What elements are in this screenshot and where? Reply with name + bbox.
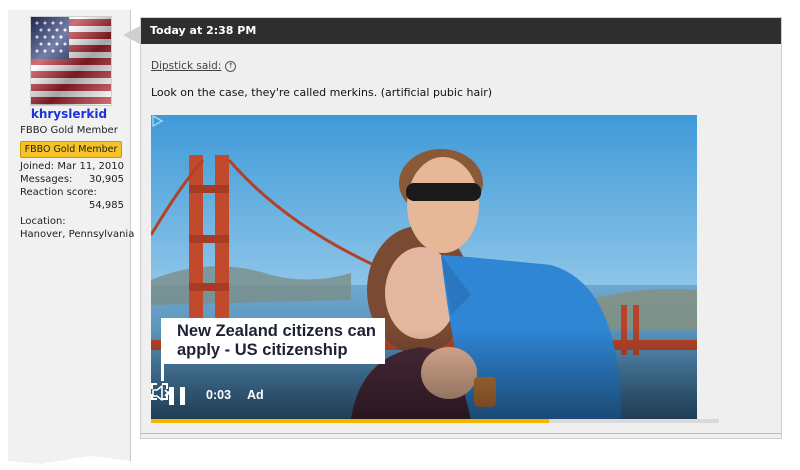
us-flag-avatar	[31, 17, 111, 105]
stat-messages: Messages: 30,905	[20, 173, 124, 186]
user-stats: Joined: Mar 11, 2010 Messages: 30,905 Re…	[20, 160, 134, 241]
stat-joined-value: Mar 11, 2010	[57, 161, 124, 172]
stat-location-label: Location:	[20, 216, 66, 227]
video-progress-bar[interactable]	[151, 419, 719, 423]
username[interactable]: khryslerkid	[8, 107, 130, 121]
video-ad[interactable]: New Zealand citizens can apply - US citi…	[151, 115, 697, 419]
user-avatar[interactable]	[30, 16, 112, 106]
quote-author-link[interactable]: Dipstick said:	[151, 60, 221, 72]
post-timestamp[interactable]: Today at 2:38 PM	[141, 18, 781, 44]
stat-reaction-label: Reaction score:	[20, 187, 97, 198]
post-content: Dipstick said: ↑ Look on the case, they'r…	[141, 52, 781, 438]
quote-attribution: Dipstick said: ↑	[151, 60, 237, 72]
post-pointer	[123, 26, 140, 44]
ad-choices-icon[interactable]	[151, 115, 163, 127]
video-controls: 0:03 Ad	[151, 383, 697, 415]
stat-reaction-value: 54,985	[89, 200, 124, 211]
user-title: FBBO Gold Member	[20, 125, 118, 136]
stat-messages-value[interactable]: 30,905	[89, 173, 124, 186]
user-panel: khryslerkid FBBO Gold Member FBBO Gold M…	[8, 10, 134, 470]
torn-edge-right	[782, 0, 800, 470]
stat-joined: Joined: Mar 11, 2010	[20, 160, 124, 173]
torn-edge-bottom	[0, 449, 800, 470]
stat-joined-label: Joined:	[20, 161, 55, 172]
video-frame-image	[151, 115, 697, 419]
quote-arrow-icon[interactable]: ↑	[225, 60, 237, 72]
post-message: Look on the case, they're called merkins…	[151, 86, 493, 99]
stat-location-value[interactable]: Hanover, Pennsylvania	[20, 228, 134, 241]
fullscreen-icon[interactable]	[151, 383, 168, 400]
ad-headline[interactable]: New Zealand citizens can apply - US citi…	[163, 318, 385, 364]
video-time: 0:03	[206, 388, 232, 402]
ad-label: Ad	[247, 388, 264, 402]
video-progress-fill	[151, 419, 549, 423]
stat-messages-label: Messages:	[20, 174, 73, 185]
user-badge: FBBO Gold Member	[20, 141, 122, 158]
post: Today at 2:38 PM Dipstick said: ↑ Look on…	[140, 17, 782, 439]
